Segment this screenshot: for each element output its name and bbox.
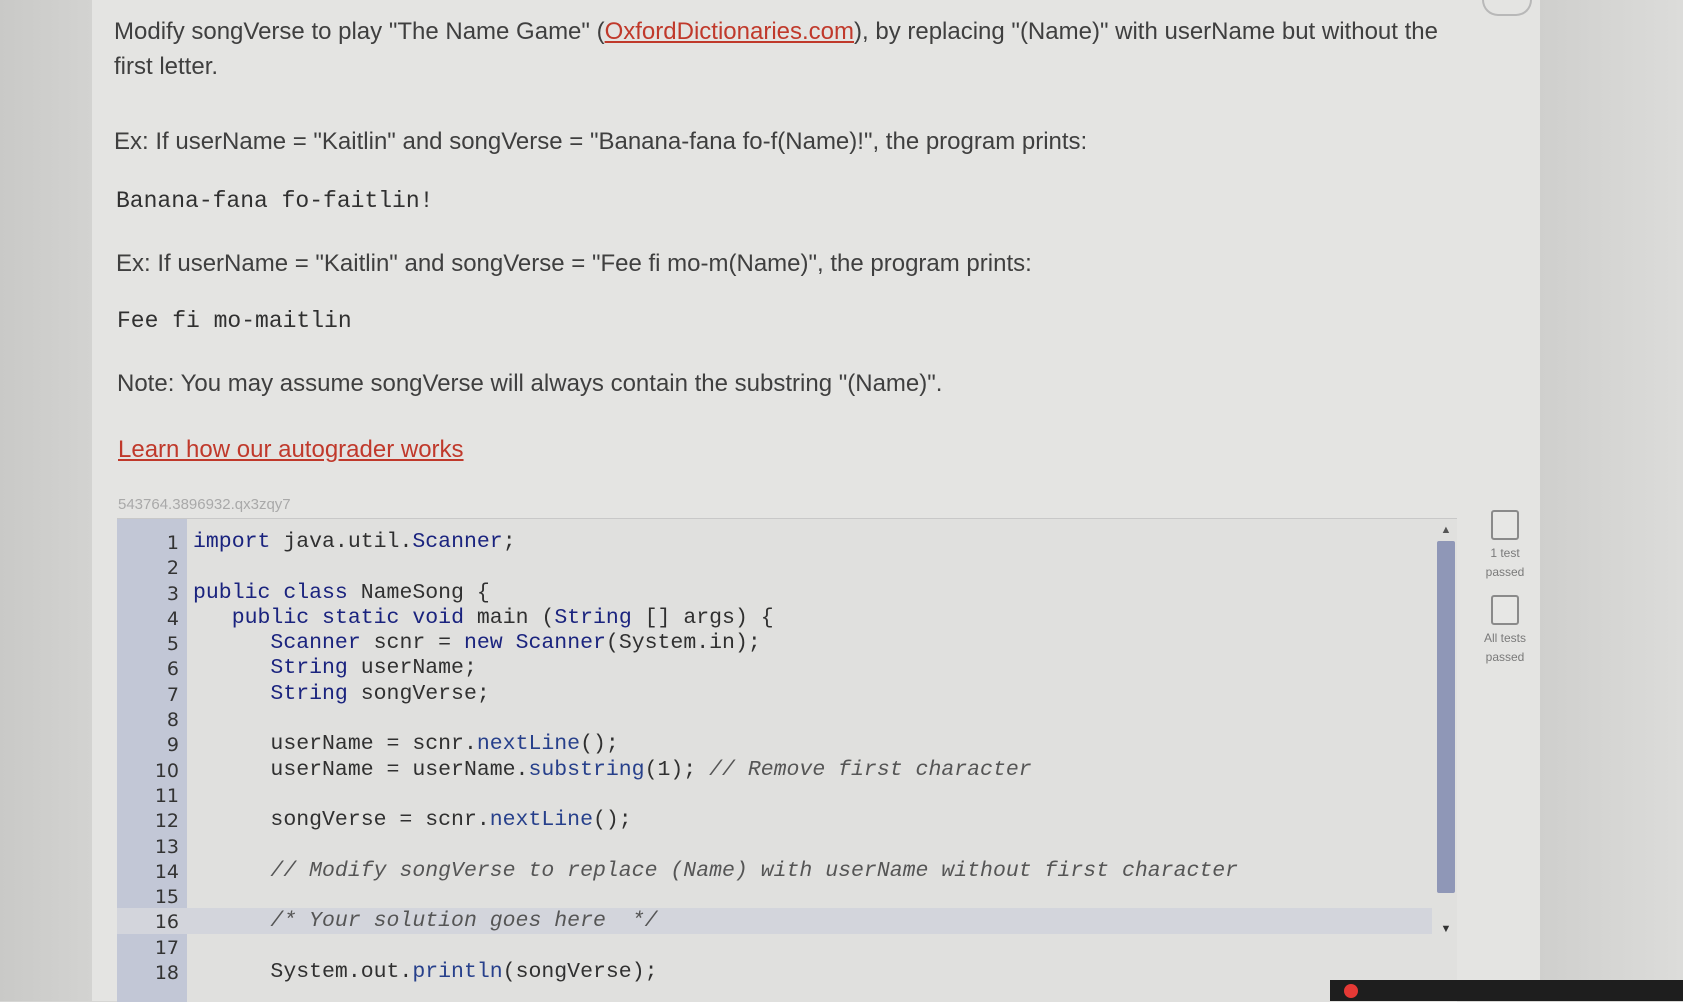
code-text: public static void main (String [] args)…: [231, 605, 774, 630]
code-line[interactable]: 13: [117, 833, 1432, 858]
notification-icon[interactable]: [1344, 984, 1358, 998]
line-number: 17: [154, 936, 179, 959]
code-line[interactable]: 11: [117, 782, 1432, 807]
example-1-text: Ex: If userName = "Kaitlin" and songVers…: [114, 128, 1088, 155]
code-text: String songVerse;: [270, 681, 490, 706]
scroll-up-icon[interactable]: ▲: [1439, 523, 1453, 537]
code-text: // Modify songVerse to replace (Name) wi…: [270, 858, 1239, 883]
example-1-output: Banana-fana fo-faitlin!: [116, 188, 434, 214]
code-text: /* Your solution goes here */: [270, 909, 658, 934]
all-tests-label-2: passed: [1485, 650, 1525, 664]
code-text: import java.util.Scanner;: [193, 530, 516, 554]
line-number: 1: [166, 532, 179, 554]
code-line[interactable]: 14 // Modify songVerse to replace (Name)…: [117, 858, 1432, 883]
right-background: [1540, 0, 1683, 1001]
oxford-link[interactable]: OxfordDictionaries.com: [605, 18, 854, 45]
code-text: userName = userName.substring(1); // Rem…: [193, 757, 1032, 782]
line-number: 8: [166, 709, 179, 732]
line-number: 13: [154, 835, 179, 858]
line-number: 4: [166, 607, 179, 630]
code-text: Scanner scnr = new Scanner(System.in);: [270, 631, 761, 656]
line-number: 12: [154, 810, 179, 833]
code-line[interactable]: 8: [117, 706, 1432, 731]
line-number: 18: [154, 962, 179, 985]
checkbox-icon: [1491, 595, 1519, 625]
code-line[interactable]: 12 songVerse = scnr.nextLine();: [117, 807, 1432, 832]
code-line[interactable]: 15: [117, 883, 1432, 908]
code-line[interactable]: 6 String userName;: [117, 655, 1432, 680]
left-background: [0, 0, 92, 1001]
one-test-label-2: passed: [1485, 565, 1525, 579]
code-text: System.out.println(songVerse);: [193, 960, 658, 985]
example-2-text: Ex: If userName = "Kaitlin" and songVers…: [116, 250, 1032, 277]
line-number: 16: [154, 911, 179, 934]
code-line[interactable]: 2: [117, 554, 1432, 579]
code-line[interactable]: 7 String songVerse;: [117, 681, 1432, 706]
one-test-status: 1 test passed: [1470, 510, 1540, 582]
line-number: 10: [154, 759, 179, 782]
code-line[interactable]: 1 import java.util.Scanner;: [117, 529, 1432, 554]
code-text: userName = scnr.nextLine();: [193, 732, 619, 757]
line-number: 14: [154, 860, 179, 883]
line-number: 5: [166, 633, 179, 656]
note-text: Note: You may assume songVerse will alwa…: [117, 370, 943, 397]
taskbar: [1330, 980, 1683, 1001]
line-number: 7: [166, 683, 179, 706]
code-text: public class NameSong {: [193, 580, 490, 605]
example-2-output: Fee fi mo-maitlin: [117, 308, 352, 334]
instructions-intro: Modify songVerse to play "The Name Game"…: [114, 14, 1474, 84]
line-number: 9: [166, 734, 179, 757]
code-line[interactable]: 10 userName = userName.substring(1); // …: [117, 757, 1432, 782]
code-line[interactable]: 16 /* Your solution goes here */: [117, 908, 1432, 934]
all-tests-label-1: All tests: [1483, 631, 1526, 645]
line-number: 3: [166, 582, 179, 605]
code-line[interactable]: 9 userName = scnr.nextLine();: [117, 731, 1432, 756]
code-line[interactable]: 18 System.out.println(songVerse);: [117, 959, 1432, 984]
one-test-label-1: 1 test: [1490, 546, 1520, 560]
code-text: String userName;: [270, 656, 477, 681]
line-number: 2: [166, 557, 179, 580]
all-tests-status: All tests passed: [1470, 595, 1540, 667]
scroll-down-icon[interactable]: ▼: [1439, 922, 1453, 936]
intro-text-before: Modify songVerse to play "The Name Game"…: [114, 18, 605, 45]
line-number: 15: [154, 886, 179, 909]
code-id: 543764.3896932.qx3zqy7: [118, 496, 291, 513]
autograder-link[interactable]: Learn how our autograder works: [118, 436, 464, 464]
code-text: songVerse = scnr.nextLine();: [193, 808, 632, 833]
line-number: 6: [166, 658, 179, 681]
checkbox-icon: [1491, 510, 1519, 540]
code-lines: 1 import java.util.Scanner; 2 3 public class…: [117, 529, 1432, 984]
code-editor[interactable]: 1 import java.util.Scanner; 2 3 public class…: [117, 518, 1457, 1002]
code-line[interactable]: 17: [117, 934, 1432, 959]
code-line[interactable]: 3 public class NameSong {: [117, 580, 1432, 605]
editor-scrollbar[interactable]: [1437, 541, 1455, 893]
code-line[interactable]: 4 public static void main (String [] arg…: [117, 605, 1432, 630]
code-line[interactable]: 5 Scanner scnr = new Scanner(System.in);: [117, 630, 1432, 655]
line-number: 11: [154, 784, 179, 807]
